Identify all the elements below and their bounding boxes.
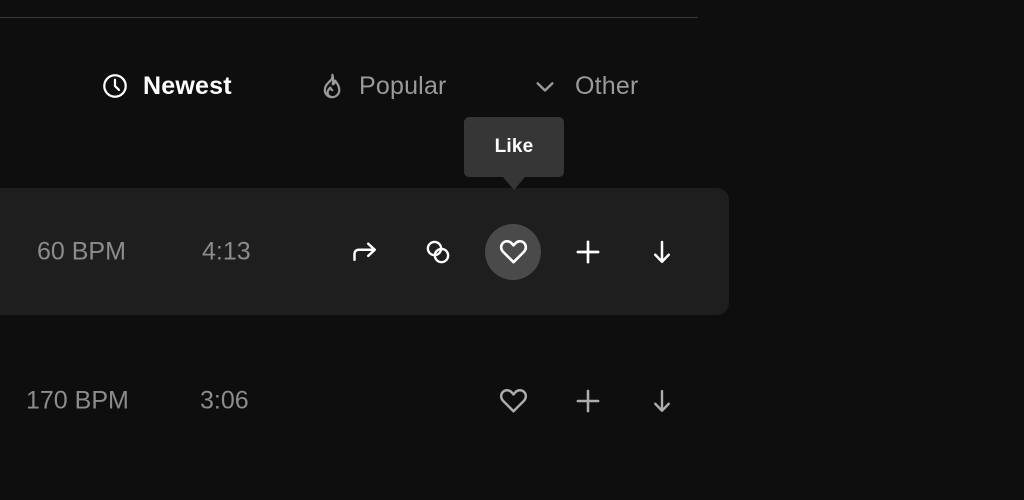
heart-icon <box>498 236 529 267</box>
tab-popular-label: Popular <box>359 71 447 100</box>
download-button[interactable] <box>634 373 690 429</box>
add-button[interactable] <box>560 373 616 429</box>
share-button[interactable] <box>337 224 393 280</box>
download-arrow-icon <box>647 386 677 416</box>
chevron-down-icon <box>528 71 562 101</box>
clock-icon <box>100 71 130 101</box>
download-arrow-icon <box>647 237 677 267</box>
section-divider <box>0 17 698 18</box>
interlocking-circles-icon <box>423 237 453 267</box>
tooltip-caret-icon <box>503 177 525 190</box>
download-button[interactable] <box>634 224 690 280</box>
stems-button[interactable] <box>410 224 466 280</box>
tab-other-label: Other <box>575 71 639 100</box>
track-duration: 3:06 <box>200 386 249 414</box>
tab-newest-label: Newest <box>143 71 232 100</box>
track-row[interactable]: 170 BPM 3:06 <box>0 337 729 464</box>
like-button[interactable] <box>485 223 541 280</box>
share-arrow-icon <box>350 237 380 267</box>
tooltip-label: Like <box>494 136 534 157</box>
plus-icon <box>572 385 604 417</box>
track-bpm: 60 BPM <box>37 237 126 265</box>
flame-icon <box>316 71 346 101</box>
plus-icon <box>572 236 604 268</box>
tab-other[interactable]: Other <box>528 62 639 110</box>
tab-popular[interactable]: Popular <box>316 62 447 110</box>
track-bpm: 170 BPM <box>26 386 129 414</box>
tooltip-like: Like <box>464 117 564 190</box>
track-row[interactable]: 60 BPM 4:13 <box>0 188 729 315</box>
track-duration: 4:13 <box>202 237 251 265</box>
like-button[interactable] <box>485 373 541 429</box>
tab-newest[interactable]: Newest <box>100 62 232 110</box>
add-button[interactable] <box>560 224 616 280</box>
heart-icon <box>498 385 529 416</box>
